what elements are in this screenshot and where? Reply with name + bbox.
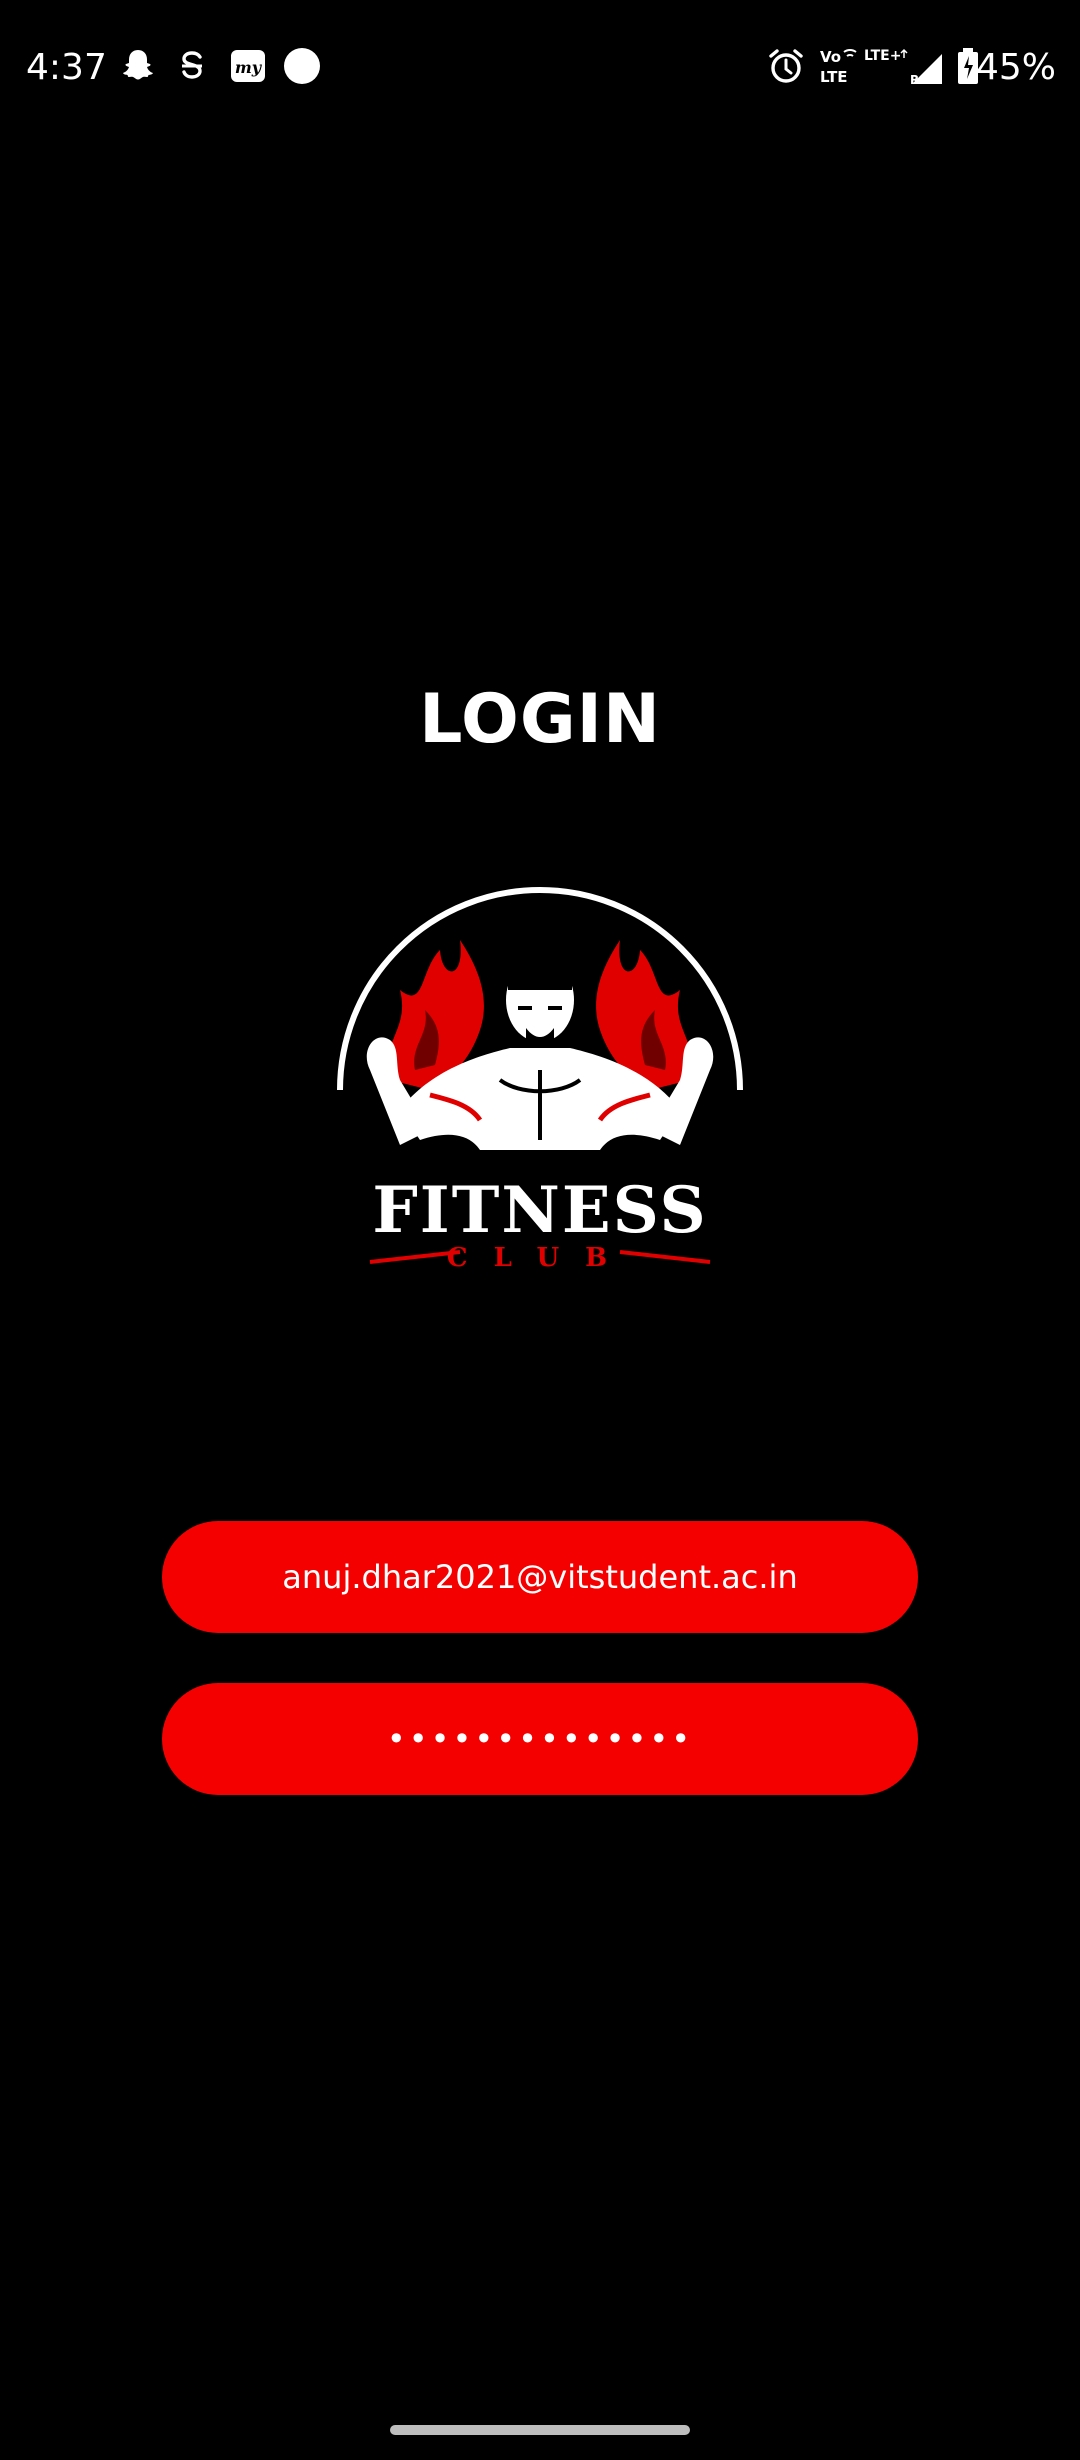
email-field[interactable] [162, 1521, 918, 1633]
svg-text:FITNESS: FITNESS [372, 1173, 707, 1248]
status-bar: 4:37 my Vo LTE LTE+ R 45% [0, 0, 1080, 130]
svg-text:LTE+: LTE+ [864, 48, 901, 64]
s-app-icon [182, 51, 202, 79]
gesture-nav-handle[interactable] [390, 2425, 690, 2435]
myntra-icon: my [231, 50, 265, 82]
svg-text:my: my [235, 58, 263, 77]
battery-percent: 45% [975, 47, 1056, 88]
signal-icon: LTE+ R [864, 48, 942, 86]
svg-text:CLUB: CLUB [447, 1243, 633, 1273]
snapchat-icon [123, 50, 153, 80]
circle-dot-icon [284, 48, 320, 84]
svg-text:Vo: Vo [820, 48, 841, 66]
password-field[interactable] [162, 1683, 918, 1795]
svg-text:R: R [910, 73, 919, 86]
page-title: LOGIN [419, 680, 661, 759]
svg-text:LTE: LTE [820, 68, 848, 86]
alarm-icon [769, 49, 803, 83]
status-time: 4:37 [26, 47, 107, 88]
fitness-club-logo: FITNESS CLUB [337, 887, 743, 1273]
volte-icon: Vo LTE [820, 48, 857, 86]
